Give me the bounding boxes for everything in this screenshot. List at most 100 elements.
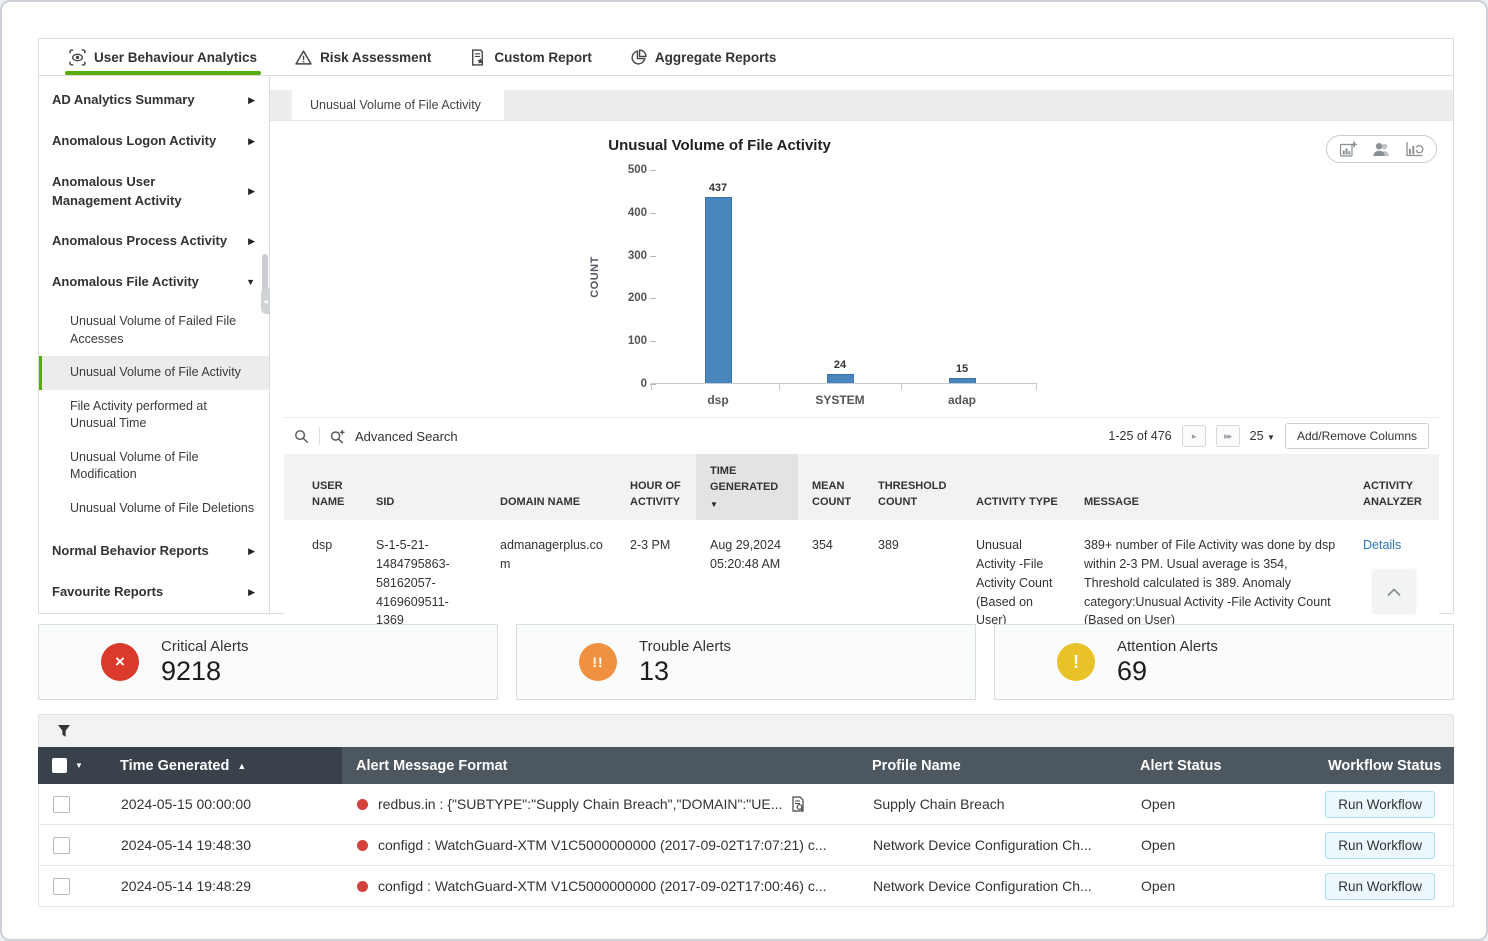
tab-label: Risk Assessment [320, 50, 431, 65]
cell-user-name: dsp [284, 520, 362, 640]
risk-warning-icon [295, 49, 312, 66]
sidebar-item-normal-behavior-reports[interactable]: Normal Behavior Reports▶ [39, 531, 269, 572]
chevron-right-icon: ▶ [248, 135, 255, 148]
run-workflow-button[interactable]: Run Workflow [1325, 791, 1435, 818]
advanced-search-label[interactable]: Advanced Search [355, 429, 458, 444]
run-workflow-button[interactable]: Run Workflow [1325, 832, 1435, 859]
x-tick-label: dsp [657, 393, 779, 407]
col-time-generated[interactable]: TIME GENERATED▼ [696, 454, 798, 520]
chart-refresh-icon[interactable] [1405, 141, 1424, 157]
severity-dot-icon [357, 881, 368, 892]
sidebar-subitem-file-modification[interactable]: Unusual Volume of File Modification [39, 441, 269, 492]
critical-x-icon: × [101, 643, 139, 681]
col-domain-name[interactable]: DOMAIN NAME [486, 454, 616, 520]
sidebar-subitem-failed-file-accesses[interactable]: Unusual Volume of Failed File Accesses [39, 305, 269, 356]
cell-profile-name: Supply Chain Breach [859, 784, 1127, 824]
advanced-search-icon[interactable] [330, 429, 345, 444]
sidebar-item-anomalous-process-activity[interactable]: Anomalous Process Activity▶ [39, 221, 269, 262]
select-all-checkbox[interactable] [52, 758, 67, 773]
analytics-panel: User Behaviour Analytics Risk Assessment… [38, 38, 1454, 614]
run-workflow-button[interactable]: Run Workflow [1325, 873, 1435, 900]
row-checkbox[interactable] [53, 837, 70, 854]
critical-alerts-card[interactable]: × Critical Alerts 9218 [38, 624, 498, 700]
users-icon[interactable] [1372, 141, 1391, 157]
cell-alert-status: Open [1127, 825, 1315, 865]
x-tick-mark [1036, 384, 1037, 390]
col-sid[interactable]: SID [362, 454, 486, 520]
cell-alert-status: Open [1127, 866, 1315, 906]
attention-alerts-card[interactable]: ! Attention Alerts 69 [994, 624, 1454, 700]
view-log-icon[interactable] [790, 796, 806, 812]
cell-time-generated: 2024-05-15 00:00:00 [107, 784, 343, 824]
sidebar-subitem-file-deletions[interactable]: Unusual Volume of File Deletions [39, 492, 269, 526]
cell-time-generated: 2024-05-14 19:48:29 [107, 866, 343, 906]
col-user-name[interactable]: USER NAME [284, 454, 362, 520]
col-workflow-status[interactable]: Workflow Status [1314, 747, 1454, 784]
severity-dot-icon [357, 799, 368, 810]
cell-profile-name: Network Device Configuration Ch... [859, 825, 1127, 865]
sidebar-item-ad-analytics-summary[interactable]: AD Analytics Summary▶ [39, 80, 269, 121]
tab-aggregate-reports[interactable]: Aggregate Reports [630, 39, 777, 75]
x-tick-label: SYSTEM [779, 393, 901, 407]
y-tick: 200 [628, 292, 647, 304]
alerts-table-panel: ▼ Time Generated▲ Alert Message Format P… [38, 714, 1454, 907]
chevron-right-icon: ▶ [248, 94, 255, 107]
main-nav-tabs: User Behaviour Analytics Risk Assessment… [39, 39, 1453, 76]
sidebar-item-label: Anomalous User Management Activity [52, 173, 224, 211]
col-activity-type[interactable]: ACTIVITY TYPE [962, 454, 1070, 520]
filter-icon[interactable] [57, 724, 71, 738]
chevron-down-icon[interactable]: ▼ [75, 761, 83, 770]
trouble-double-bang-icon: !! [579, 643, 617, 681]
scroll-to-top-button[interactable] [1373, 570, 1415, 613]
cell-alert-message: configd : WatchGuard-XTM V1C5000000000 (… [343, 825, 859, 865]
x-tick-mark [901, 384, 902, 390]
add-remove-columns-button[interactable]: Add/Remove Columns [1285, 423, 1429, 449]
tab-risk-assessment[interactable]: Risk Assessment [295, 39, 431, 75]
tab-custom-report[interactable]: Custom Report [469, 39, 592, 75]
sidebar-collapse-handle[interactable]: ◂ [261, 288, 270, 314]
sidebar-item-label: Anomalous File Activity [52, 273, 199, 292]
sidebar-item-anomalous-user-management-activity[interactable]: Anomalous User Management Activity▶ [39, 162, 269, 222]
pagination-last-button[interactable]: ▸▸ [1216, 425, 1240, 447]
col-alert-message-format[interactable]: Alert Message Format [342, 747, 858, 784]
bar-chart-plot: COUNT 500 400 300 200 100 0 [657, 170, 1023, 384]
tab-user-behaviour-analytics[interactable]: User Behaviour Analytics [69, 39, 257, 75]
sidebar-item-anomalous-file-activity[interactable]: Anomalous File Activity▼ [39, 262, 269, 303]
col-mean-count[interactable]: MEAN COUNT [798, 454, 864, 520]
col-hour-of-activity[interactable]: HOUR OF ACTIVITY [616, 454, 696, 520]
card-label: Critical Alerts [161, 638, 249, 655]
col-profile-name[interactable]: Profile Name [858, 747, 1126, 784]
row-checkbox[interactable] [53, 796, 70, 813]
bar-dsp[interactable] [705, 197, 732, 384]
col-threshold-count[interactable]: THRESHOLD COUNT [864, 454, 962, 520]
col-activity-analyzer[interactable]: ACTIVITY ANALYZER [1349, 454, 1439, 520]
col-message[interactable]: MESSAGE [1070, 454, 1349, 520]
tab-label: Custom Report [494, 50, 592, 65]
chevron-down-icon: ▼ [1267, 433, 1275, 442]
anomalous-file-activity-submenu: Unusual Volume of Failed File Accesses U… [39, 303, 269, 531]
y-tick-mark [650, 170, 656, 171]
sidebar-subitem-file-activity[interactable]: Unusual Volume of File Activity [39, 356, 269, 390]
sidebar-subitem-unusual-time[interactable]: File Activity performed at Unusual Time [39, 390, 269, 441]
sidebar-item-favourite-reports[interactable]: Favourite Reports▶ [39, 572, 269, 613]
col-alert-status[interactable]: Alert Status [1126, 747, 1314, 784]
y-axis-label: COUNT [589, 256, 601, 298]
search-icon[interactable] [294, 429, 309, 444]
col-time-generated[interactable]: Time Generated▲ [106, 747, 342, 784]
tab-unusual-volume-of-file-activity[interactable]: Unusual Volume of File Activity [292, 90, 504, 120]
cell-time-generated: 2024-05-14 19:48:30 [107, 825, 343, 865]
sort-asc-icon: ▲ [237, 761, 246, 771]
sidebar-item-label: Anomalous Logon Activity [52, 132, 216, 151]
sidebar-item-anomalous-logon-activity[interactable]: Anomalous Logon Activity ▶ [39, 121, 269, 162]
card-label: Attention Alerts [1117, 638, 1218, 655]
trouble-alerts-card[interactable]: !! Trouble Alerts 13 [516, 624, 976, 700]
y-tick: 500 [628, 164, 647, 176]
divider [319, 427, 320, 445]
x-axis-labels: dsp SYSTEM adap [657, 393, 1023, 407]
add-chart-icon[interactable] [1339, 141, 1358, 157]
pagination-next-button[interactable]: ▸ [1182, 425, 1206, 447]
cell-mean-count: 354 [798, 520, 864, 640]
row-checkbox[interactable] [53, 878, 70, 895]
report-table-row: dsp S-1-5-21-1484795863-58162057-4169609… [284, 520, 1439, 640]
page-size-select[interactable]: 25 ▼ [1250, 429, 1275, 443]
